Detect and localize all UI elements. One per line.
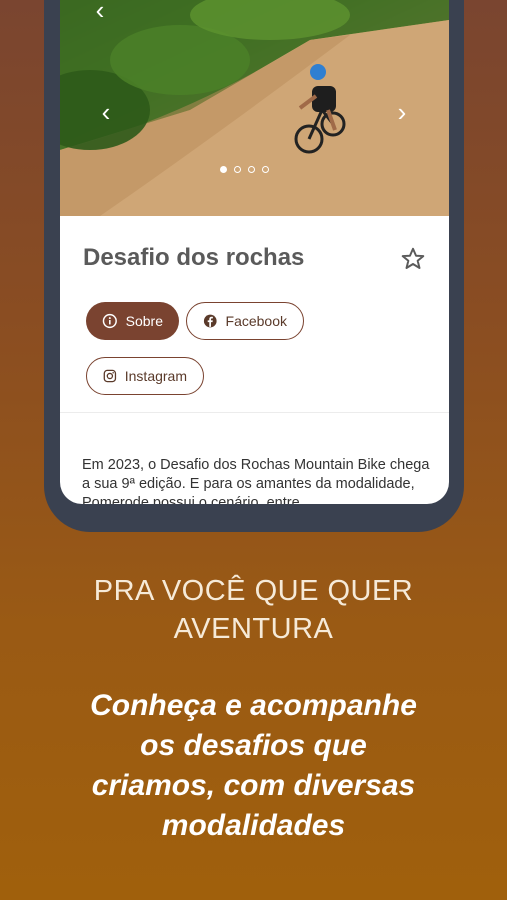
carousel-dot[interactable] (262, 166, 269, 173)
promo-tagline-line-1: PRA VOCÊ QUE QUER (93, 575, 414, 607)
tab-instagram-label: Instagram (124, 368, 187, 384)
promo-tagline-line-2: AVENTURA (173, 613, 334, 645)
carousel-prev-icon[interactable]: ‹ (92, 97, 120, 127)
promo-headline-line-1: Conheça e acompanhe (90, 689, 417, 722)
event-image-carousel[interactable]: ‹ ‹ › (60, 0, 449, 216)
section-divider (60, 412, 449, 413)
carousel-dot[interactable] (234, 166, 241, 173)
carousel-dot[interactable] (248, 166, 255, 173)
event-description: Em 2023, o Desafio dos Rochas Mountain B… (82, 457, 430, 504)
carousel-dot[interactable] (220, 166, 227, 173)
tab-facebook[interactable]: Facebook (186, 302, 304, 340)
carousel-indicator (220, 166, 269, 173)
promo-headline-line-3: criamos, com diversas (91, 769, 416, 802)
favorite-star-icon[interactable] (400, 246, 426, 272)
event-title: Desafio dos rochas (83, 244, 305, 271)
promo-headline: Conheça e acompanhe os desafios que cria… (30, 686, 477, 846)
tab-sobre[interactable]: Sobre (86, 302, 179, 340)
tab-facebook-label: Facebook (225, 313, 287, 329)
carousel-next-icon[interactable]: › (388, 97, 416, 127)
instagram-icon (103, 369, 117, 383)
app-screen: ‹ ‹ › Desafio dos rochas Sobre Facebook … (60, 0, 449, 504)
promo-headline-line-4: modalidades (161, 809, 346, 842)
promo-headline-line-2: os desafios que (140, 729, 367, 762)
facebook-icon (203, 314, 217, 328)
tab-instagram[interactable]: Instagram (86, 357, 204, 395)
promo-tagline: PRA VOCÊ QUE QUER AVENTURA (0, 572, 507, 648)
info-icon (102, 313, 117, 329)
tab-sobre-label: Sobre (125, 313, 163, 329)
back-arrow-icon[interactable]: ‹ (86, 0, 114, 25)
